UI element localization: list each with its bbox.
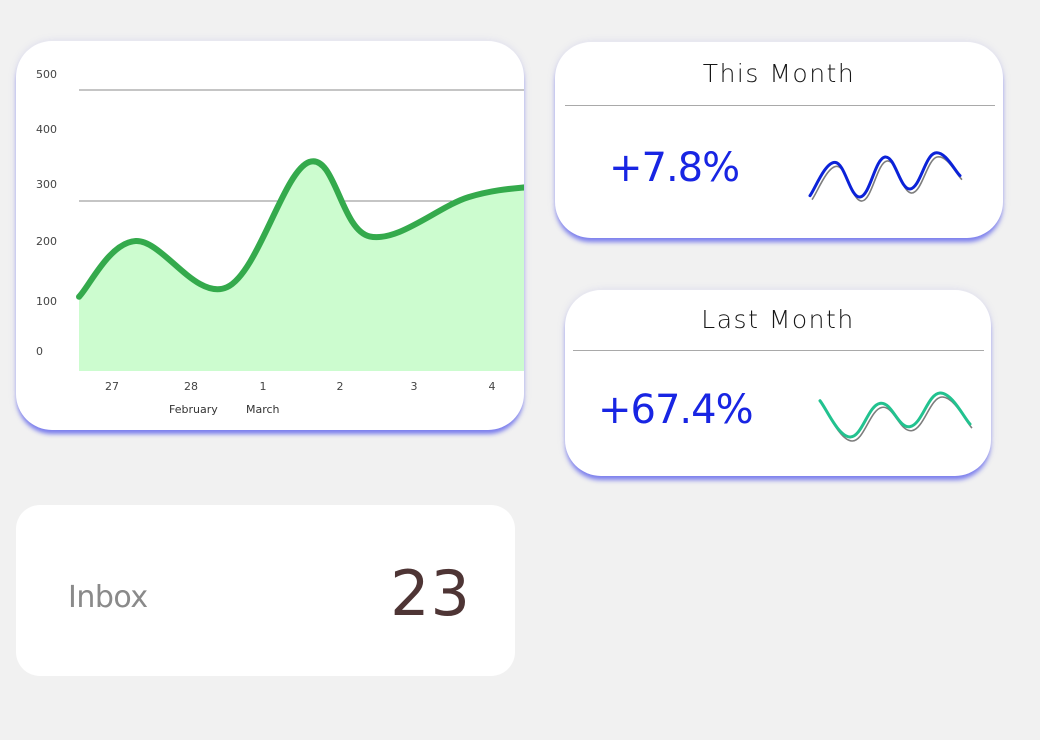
last-month-card: Last Month +67.4% [565, 290, 991, 476]
y-tick-label: 500 [36, 68, 57, 81]
x-tick-label: 1 [260, 380, 267, 393]
chart-card: 500 400 300 200 100 0 27 28 1 2 3 4 February March [16, 41, 524, 430]
inbox-count: 23 [390, 557, 471, 630]
x-tick-label: 27 [105, 380, 119, 393]
inbox-label: Inbox [68, 580, 148, 615]
divider [573, 350, 984, 351]
x-tick-label: 28 [184, 380, 198, 393]
y-tick-label: 200 [36, 235, 57, 248]
area-chart: 500 400 300 200 100 0 27 28 1 2 3 4 February March [36, 68, 524, 416]
this-month-value: +7.8% [609, 145, 740, 191]
x-month-label-march: March [246, 403, 280, 416]
y-tick-label: 100 [36, 295, 57, 308]
y-tick-label: 400 [36, 123, 57, 136]
this-month-title: This Month [702, 59, 856, 88]
sparkline-line [818, 391, 972, 439]
area-fill [79, 161, 524, 371]
x-tick-label: 2 [337, 380, 344, 393]
x-tick-label: 3 [411, 380, 418, 393]
inbox-card[interactable]: Inbox 23 [16, 505, 515, 676]
sparkline-line [808, 151, 962, 199]
y-tick-label: 0 [36, 345, 43, 358]
divider [565, 105, 995, 106]
y-tick-label: 300 [36, 178, 57, 191]
this-month-card: This Month +7.8% [555, 42, 1003, 238]
x-tick-label: 4 [489, 380, 496, 393]
last-month-title: Last Month [701, 305, 855, 334]
x-month-label-february: February [169, 403, 218, 416]
last-month-sparkline [818, 391, 973, 442]
last-month-value: +67.4% [598, 387, 754, 433]
this-month-sparkline [808, 151, 963, 202]
